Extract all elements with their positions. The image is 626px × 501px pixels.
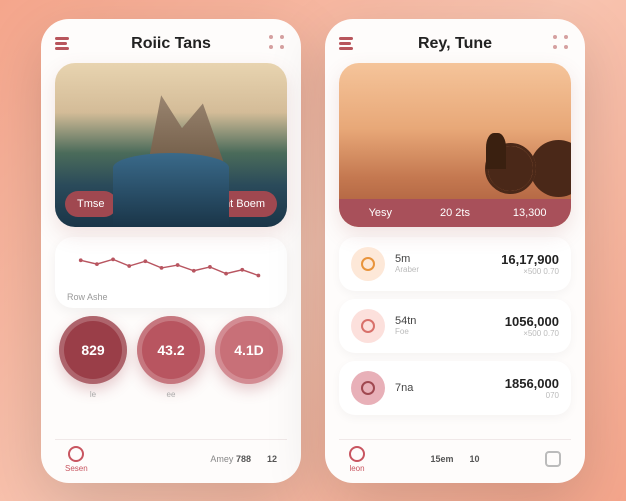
stat-labels: le ee: [55, 390, 287, 399]
hero-pill-row: Tmse Unt Boem: [65, 191, 277, 217]
item-value-sub: ×500 0.70: [505, 329, 559, 338]
pill-unt-boem[interactable]: Unt Boem: [204, 191, 277, 217]
hero-cell-1[interactable]: Yesy: [343, 207, 418, 219]
item-icon: [351, 309, 385, 343]
bottom-bar: leon 15em 10: [339, 439, 571, 473]
list-item[interactable]: 54tn Foe 1056,000 ×500 0.70: [339, 299, 571, 353]
item-right: 1856,000 070: [505, 376, 559, 400]
bottom-stat-1: Amey 788: [210, 454, 251, 464]
nav-label: leon: [349, 464, 364, 473]
bottom-stats: 15em 10: [430, 454, 479, 464]
item-icon: [351, 371, 385, 405]
nav-item-1[interactable]: Sesen: [65, 446, 88, 473]
item-name: 7na: [395, 382, 495, 394]
stat-label-3: [215, 390, 283, 399]
stats-row: 829 43.2 4.1D: [55, 316, 287, 384]
nav-item-2[interactable]: [545, 451, 561, 467]
header: Rey, Tune: [339, 35, 571, 53]
item-text: 54tn Foe: [395, 315, 495, 336]
chart-label: Row Ashe: [67, 292, 275, 302]
item-right: 1056,000 ×500 0.70: [505, 314, 559, 338]
page-title: Roiic Tans: [131, 35, 211, 53]
list-item[interactable]: 5m Araber 16,17,900 ×500 0.70: [339, 237, 571, 291]
bottom-stats: Amey 788 12: [210, 454, 277, 464]
bottom-stat-1: 15em: [430, 454, 453, 464]
menu-icon[interactable]: [339, 35, 357, 53]
stat-circle-2[interactable]: 43.2: [137, 316, 205, 384]
item-name: 5m: [395, 253, 491, 265]
list-item[interactable]: 7na 1856,000 070: [339, 361, 571, 415]
item-text: 7na: [395, 382, 495, 394]
more-icon[interactable]: [553, 35, 571, 53]
page-title: Rey, Tune: [418, 35, 492, 53]
item-sub: Foe: [395, 327, 495, 336]
phone-left: Roiic Tans Tmse Unt Boem Row Ashe 829 43…: [41, 19, 301, 483]
hero-stat-row: Yesy 20 2ts 13,300: [339, 199, 571, 227]
stat-circle-1[interactable]: 829: [59, 316, 127, 384]
hero-image[interactable]: Tmse Unt Boem: [55, 63, 287, 227]
stat-label-1: le: [59, 390, 127, 399]
phone-right: Rey, Tune Yesy 20 2ts 13,300 5m Araber 1…: [325, 19, 585, 483]
item-icon: [351, 247, 385, 281]
menu-icon[interactable]: [55, 35, 73, 53]
nav-item-1[interactable]: leon: [349, 446, 365, 473]
item-value: 16,17,900: [501, 252, 559, 267]
item-value-sub: ×500 0.70: [501, 267, 559, 276]
pill-tmse[interactable]: Tmse: [65, 191, 117, 217]
nav-icon: [545, 451, 561, 467]
chart-card: Row Ashe: [55, 237, 287, 308]
bottom-stat-2: 10: [470, 454, 480, 464]
item-sub: Araber: [395, 265, 491, 274]
more-icon[interactable]: [269, 35, 287, 53]
header: Roiic Tans: [55, 35, 287, 53]
item-text: 5m Araber: [395, 253, 491, 274]
item-value-sub: 070: [505, 391, 559, 400]
hero-image[interactable]: Yesy 20 2ts 13,300: [339, 63, 571, 227]
stat-circle-3[interactable]: 4.1D: [215, 316, 283, 384]
nav-label: Sesen: [65, 464, 88, 473]
stat-label-2: ee: [137, 390, 205, 399]
nav-icon: [68, 446, 84, 462]
bottom-stat-2: 12: [267, 454, 277, 464]
hero-cell-3[interactable]: 13,300: [492, 207, 567, 219]
item-name: 54tn: [395, 315, 495, 327]
item-right: 16,17,900 ×500 0.70: [501, 252, 559, 276]
item-value: 1056,000: [505, 314, 559, 329]
nav-icon: [349, 446, 365, 462]
hero-cell-2[interactable]: 20 2ts: [418, 207, 493, 219]
item-value: 1856,000: [505, 376, 559, 391]
bottom-bar: Sesen Amey 788 12: [55, 439, 287, 473]
sparkline-chart: [67, 247, 275, 285]
